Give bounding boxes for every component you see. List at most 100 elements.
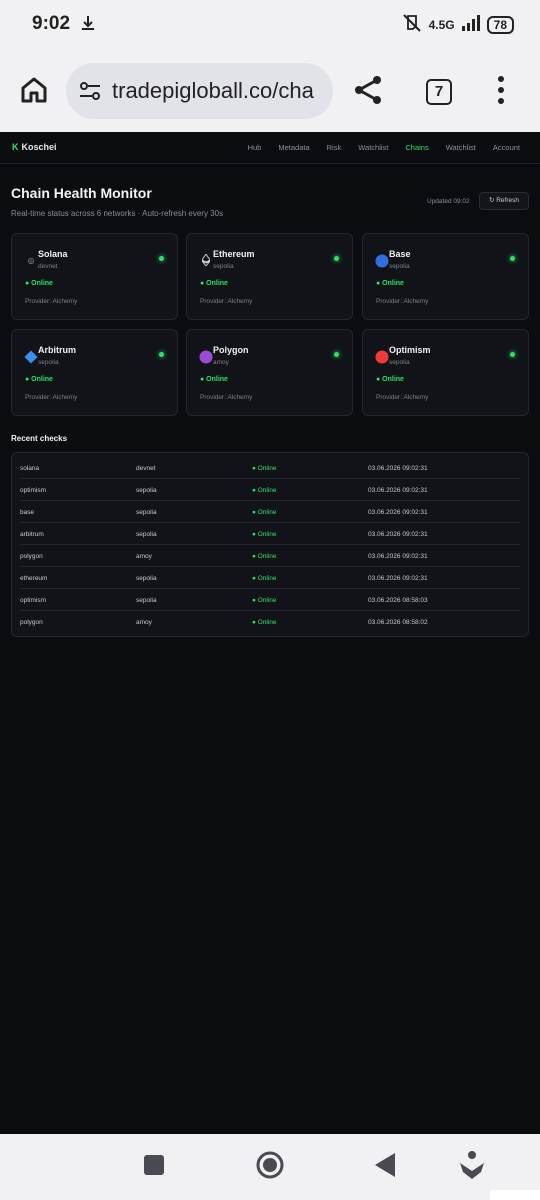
web-page: K Koschei Hub Metadata Risk Watchlist Cha…	[0, 132, 540, 1134]
network-type: 4.5G	[428, 17, 455, 32]
share-icon[interactable]	[352, 74, 384, 111]
chain-network: sepolia	[389, 263, 410, 270]
nav-chains[interactable]: Chains	[405, 143, 428, 152]
row-network: sepolia	[136, 597, 157, 604]
logo-mark: K	[12, 142, 19, 152]
address-bar[interactable]: tradepigloball.co/cha	[66, 63, 333, 119]
assistant-icon[interactable]	[459, 1150, 485, 1185]
row-chain: base	[20, 509, 35, 516]
row-time: 03.06.2026 08:58:03	[368, 597, 428, 604]
chain-network: sepolia	[38, 359, 59, 366]
browser-toolbar: tradepigloball.co/cha 7	[0, 50, 540, 132]
gesture-handle	[490, 1190, 540, 1200]
download-icon	[80, 14, 96, 37]
system-nav-bar	[0, 1134, 540, 1200]
row-chain: arbitrum	[20, 531, 44, 538]
chain-card-solana[interactable]: ◎ Solana devnet ● Online Provider: Alche…	[11, 233, 178, 320]
clock: 9:02	[32, 13, 71, 34]
row-network: sepolia	[136, 575, 157, 582]
chain-name: Optimism	[389, 345, 431, 355]
chain-status: ● Online	[200, 376, 228, 383]
row-time: 03.06.2026 09:02:31	[368, 465, 428, 472]
row-status: ● Online	[252, 465, 277, 472]
battery-indicator: 78	[486, 15, 514, 34]
nav-watchlist-2[interactable]: Watchlist	[446, 143, 476, 152]
nav-watchlist[interactable]: Watchlist	[358, 143, 388, 152]
logo-name: Koschei	[21, 142, 57, 152]
status-dot	[334, 256, 339, 261]
chain-name: Arbitrum	[38, 345, 76, 355]
optimism-icon	[375, 350, 389, 364]
chain-provider: Provider: Alchemy	[200, 394, 253, 401]
chain-provider: Provider: Alchemy	[25, 394, 78, 401]
polygon-icon	[199, 350, 213, 364]
chain-card-base[interactable]: Base sepolia ● Online Provider: Alchemy	[362, 233, 529, 320]
chain-name: Polygon	[213, 345, 249, 355]
nav-hub[interactable]: Hub	[248, 143, 262, 152]
solana-icon: ◎	[27, 256, 35, 265]
chain-status: ● Online	[376, 376, 404, 383]
nav-risk[interactable]: Risk	[327, 143, 342, 152]
row-status: ● Online	[252, 509, 277, 516]
row-chain: polygon	[20, 619, 43, 626]
chain-name: Solana	[38, 249, 68, 259]
row-chain: optimism	[20, 597, 47, 604]
nav-links: Hub Metadata Risk Watchlist Chains Watch…	[248, 143, 520, 152]
home-nav-icon[interactable]	[255, 1150, 285, 1185]
status-dot	[510, 352, 515, 357]
row-network: amoy	[136, 553, 152, 560]
back-icon[interactable]	[373, 1152, 397, 1183]
chain-provider: Provider: Alchemy	[25, 298, 78, 305]
status-bar: 9:02 4.5G 78	[0, 0, 540, 50]
recents-icon[interactable]	[143, 1154, 165, 1181]
url-text: tradepigloball.co/cha	[112, 78, 314, 103]
nav-account[interactable]: Account	[493, 143, 520, 152]
refresh-button[interactable]: ↻ Refresh	[479, 192, 529, 210]
arbitrum-icon	[24, 350, 38, 364]
recent-checks-title: Recent checks	[11, 434, 68, 443]
row-time: 03.06.2026 09:02:31	[368, 575, 428, 582]
nav-metadata[interactable]: Metadata	[278, 143, 309, 152]
status-dot	[510, 256, 515, 261]
chain-card-arbitrum[interactable]: Arbitrum sepolia ● Online Provider: Alch…	[11, 329, 178, 416]
chain-card-optimism[interactable]: Optimism sepolia ● Online Provider: Alch…	[362, 329, 529, 416]
chain-card-ethereum[interactable]: Ethereum sepolia ● Online Provider: Alch…	[186, 233, 353, 320]
row-status: ● Online	[252, 553, 277, 560]
row-status: ● Online	[252, 487, 277, 494]
table-row: base sepolia ● Online 03.06.2026 09:02:3…	[20, 501, 520, 523]
row-time: 03.06.2026 09:02:31	[368, 553, 428, 560]
row-time: 03.06.2026 09:02:31	[368, 509, 428, 516]
chain-provider: Provider: Alchemy	[200, 298, 253, 305]
row-time: 03.06.2026 09:02:31	[368, 487, 428, 494]
chain-network: sepolia	[389, 359, 410, 366]
row-status: ● Online	[252, 531, 277, 538]
chain-status: ● Online	[25, 376, 53, 383]
status-dot	[159, 352, 164, 357]
site-settings-icon[interactable]	[78, 79, 102, 108]
table-row: polygon amoy ● Online 03.06.2026 09:02:3…	[20, 545, 520, 567]
chain-status: ● Online	[200, 280, 228, 287]
updated-timestamp: Updated 09:02	[427, 198, 470, 205]
page-subtitle: Real-time status across 6 networks · Aut…	[11, 209, 224, 218]
row-network: amoy	[136, 619, 152, 626]
ethereum-icon	[199, 253, 213, 268]
home-icon[interactable]	[18, 74, 50, 111]
tab-switcher-button[interactable]: 7	[426, 79, 452, 105]
chain-name: Base	[389, 249, 411, 259]
recent-checks-table: solana devnet ● Online 03.06.2026 09:02:…	[11, 452, 529, 637]
row-status: ● Online	[252, 619, 277, 626]
more-options-icon[interactable]	[496, 75, 506, 110]
table-row: ethereum sepolia ● Online 03.06.2026 09:…	[20, 567, 520, 589]
row-time: 03.06.2026 08:58:02	[368, 619, 428, 626]
table-row: arbitrum sepolia ● Online 03.06.2026 09:…	[20, 523, 520, 545]
table-row: solana devnet ● Online 03.06.2026 09:02:…	[20, 457, 520, 479]
row-chain: optimism	[20, 487, 47, 494]
chain-status: ● Online	[376, 280, 404, 287]
row-network: sepolia	[136, 509, 157, 516]
chain-card-polygon[interactable]: Polygon amoy ● Online Provider: Alchemy	[186, 329, 353, 416]
app-logo[interactable]: K Koschei	[12, 142, 57, 152]
row-chain: solana	[20, 465, 40, 472]
row-status: ● Online	[252, 575, 277, 582]
status-dot	[159, 256, 164, 261]
chain-provider: Provider: Alchemy	[376, 394, 429, 401]
